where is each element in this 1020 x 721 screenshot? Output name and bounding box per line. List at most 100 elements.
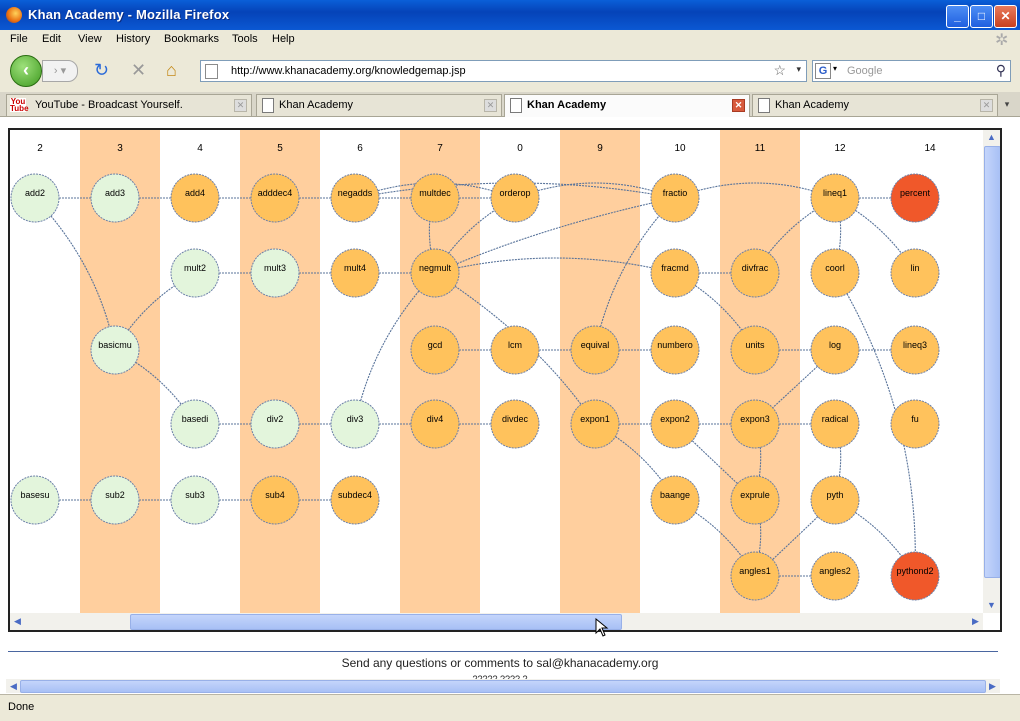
map-node-negadds[interactable]: negadds [330, 173, 380, 223]
search-bar[interactable]: G ▾ Google ⚲ [812, 60, 1011, 82]
column-header: 14 [924, 143, 936, 154]
map-node-exprule[interactable]: exprule [730, 475, 780, 525]
map-node-fractio[interactable]: fractio [650, 173, 700, 223]
map-node-basesu[interactable]: basesu [10, 475, 60, 525]
map-node-gcd[interactable]: gcd [410, 325, 460, 375]
map-node-percent[interactable]: percent [890, 173, 940, 223]
menu-help[interactable]: Help [272, 33, 295, 45]
close-window-button[interactable]: ✕ [994, 5, 1017, 28]
map-node-lineq3[interactable]: lineq3 [890, 325, 940, 375]
map-node-lin[interactable]: lin [890, 248, 940, 298]
map-node-pythond2[interactable]: pythond2 [890, 551, 940, 601]
map-node-expon3[interactable]: expon3 [730, 399, 780, 449]
map-node-mult3[interactable]: mult3 [250, 248, 300, 298]
map-node-fu[interactable]: fu [890, 399, 940, 449]
map-node-basedi[interactable]: basedi [170, 399, 220, 449]
map-node-div4[interactable]: div4 [410, 399, 460, 449]
map-node-equival[interactable]: equival [570, 325, 620, 375]
map-node-sub2[interactable]: sub2 [90, 475, 140, 525]
map-horizontal-scroll-thumb[interactable] [130, 614, 622, 630]
close-tab-icon[interactable]: ✕ [234, 99, 247, 112]
map-node-mult2[interactable]: mult2 [170, 248, 220, 298]
map-node-negmult[interactable]: negmult [410, 248, 460, 298]
google-engine-icon[interactable]: G [815, 63, 831, 79]
search-placeholder[interactable]: Google [847, 65, 882, 77]
bookmark-star-icon[interactable]: ☆ [773, 62, 786, 79]
map-node-subdec4[interactable]: subdec4 [330, 475, 380, 525]
reload-icon[interactable]: ↻ [94, 61, 109, 79]
map-node-coorl[interactable]: coorl [810, 248, 860, 298]
map-node-adddec4[interactable]: adddec4 [250, 173, 300, 223]
back-button[interactable]: ‹ [10, 55, 42, 87]
forward-button[interactable]: › ▾ [42, 60, 78, 82]
page-scroll-right-icon[interactable]: ▶ [985, 679, 1000, 693]
menu-edit[interactable]: Edit [42, 33, 61, 45]
tab-youtube[interactable]: You Tube YouTube - Broadcast Yourself. ✕ [6, 94, 252, 116]
maximize-button[interactable]: □ [970, 5, 993, 28]
stop-icon[interactable]: ✕ [131, 61, 146, 79]
map-node-div3[interactable]: div3 [330, 399, 380, 449]
scroll-right-icon[interactable]: ▶ [968, 614, 983, 629]
map-node-radical[interactable]: radical [810, 399, 860, 449]
url-bar[interactable]: http://www.khanacademy.org/knowledgemap.… [200, 60, 807, 82]
map-node-sub4[interactable]: sub4 [250, 475, 300, 525]
map-node-basicmu[interactable]: basicmu [90, 325, 140, 375]
url-text[interactable]: http://www.khanacademy.org/knowledgemap.… [231, 65, 466, 77]
menu-tools[interactable]: Tools [232, 33, 258, 45]
menu-history[interactable]: History [116, 33, 150, 45]
map-node-expon1[interactable]: expon1 [570, 399, 620, 449]
tab-khan-3[interactable]: Khan Academy ✕ [752, 94, 998, 116]
page-horizontal-scroll-thumb[interactable] [20, 680, 986, 693]
map-node-pyth[interactable]: pyth [810, 475, 860, 525]
close-tab-icon[interactable]: ✕ [980, 99, 993, 112]
close-tab-icon[interactable]: ✕ [484, 99, 497, 112]
scroll-up-icon[interactable]: ▲ [984, 130, 999, 145]
map-node-div2[interactable]: div2 [250, 399, 300, 449]
node-label: add3 [105, 188, 125, 198]
map-node-orderop[interactable]: orderop [490, 173, 540, 223]
map-node-sub3[interactable]: sub3 [170, 475, 220, 525]
tab-list-icon[interactable]: ▾ [1000, 97, 1014, 111]
knowledge-map-canvas[interactable]: 2 3 4 5 6 7 0 9 10 11 12 14 add2 add3 add4 adddec4 negad… [10, 130, 983, 613]
map-node-add3[interactable]: add3 [90, 173, 140, 223]
map-vertical-scroll-thumb[interactable] [984, 146, 1000, 578]
menu-file[interactable]: File [10, 33, 28, 45]
map-node-baange[interactable]: baange [650, 475, 700, 525]
scroll-left-icon[interactable]: ◀ [10, 614, 25, 629]
menu-bookmarks[interactable]: Bookmarks [164, 33, 219, 45]
map-node-divfrac[interactable]: divfrac [730, 248, 780, 298]
map-node-lineq1[interactable]: lineq1 [810, 173, 860, 223]
close-tab-icon[interactable]: ✕ [732, 99, 745, 112]
map-node-angles2[interactable]: angles2 [810, 551, 860, 601]
page-scroll-left-icon[interactable]: ◀ [6, 679, 21, 693]
map-node-units[interactable]: units [730, 325, 780, 375]
map-node-angles1[interactable]: angles1 [730, 551, 780, 601]
map-node-divdec[interactable]: divdec [490, 399, 540, 449]
node-label: fracmd [661, 263, 689, 273]
engine-dropdown-icon[interactable]: ▾ [833, 64, 837, 73]
map-node-add4[interactable]: add4 [170, 173, 220, 223]
map-node-lcm[interactable]: lcm [490, 325, 540, 375]
knowledge-map[interactable]: 2 3 4 5 6 7 0 9 10 11 12 14 add2 add3 add4 adddec4 negad… [8, 128, 1002, 632]
map-node-add2[interactable]: add2 [10, 173, 60, 223]
map-node-numbero[interactable]: numbero [650, 325, 700, 375]
map-node-mult4[interactable]: mult4 [330, 248, 380, 298]
tab-khan-active[interactable]: Khan Academy ✕ [504, 94, 750, 117]
tab-khan-1[interactable]: Khan Academy ✕ [256, 94, 502, 116]
scroll-down-icon[interactable]: ▼ [984, 598, 999, 613]
menu-view[interactable]: View [78, 33, 102, 45]
node-circle [250, 248, 300, 298]
node-circle [650, 399, 700, 449]
map-node-log[interactable]: log [810, 325, 860, 375]
map-horizontal-scrollbar[interactable]: ◀ ▶ [10, 613, 983, 630]
url-dropdown-icon[interactable]: ▾ [796, 64, 801, 75]
minimize-button[interactable]: _ [946, 5, 969, 28]
node-label: expon1 [580, 414, 610, 424]
map-vertical-scrollbar[interactable]: ▲ ▼ [983, 130, 1000, 613]
map-node-multdec[interactable]: multdec [410, 173, 460, 223]
search-icon[interactable]: ⚲ [996, 62, 1006, 79]
page-horizontal-scrollbar[interactable]: ◀ ▶ [6, 679, 1000, 693]
map-node-expon2[interactable]: expon2 [650, 399, 700, 449]
home-icon[interactable]: ⌂ [166, 61, 177, 79]
map-node-fracmd[interactable]: fracmd [650, 248, 700, 298]
